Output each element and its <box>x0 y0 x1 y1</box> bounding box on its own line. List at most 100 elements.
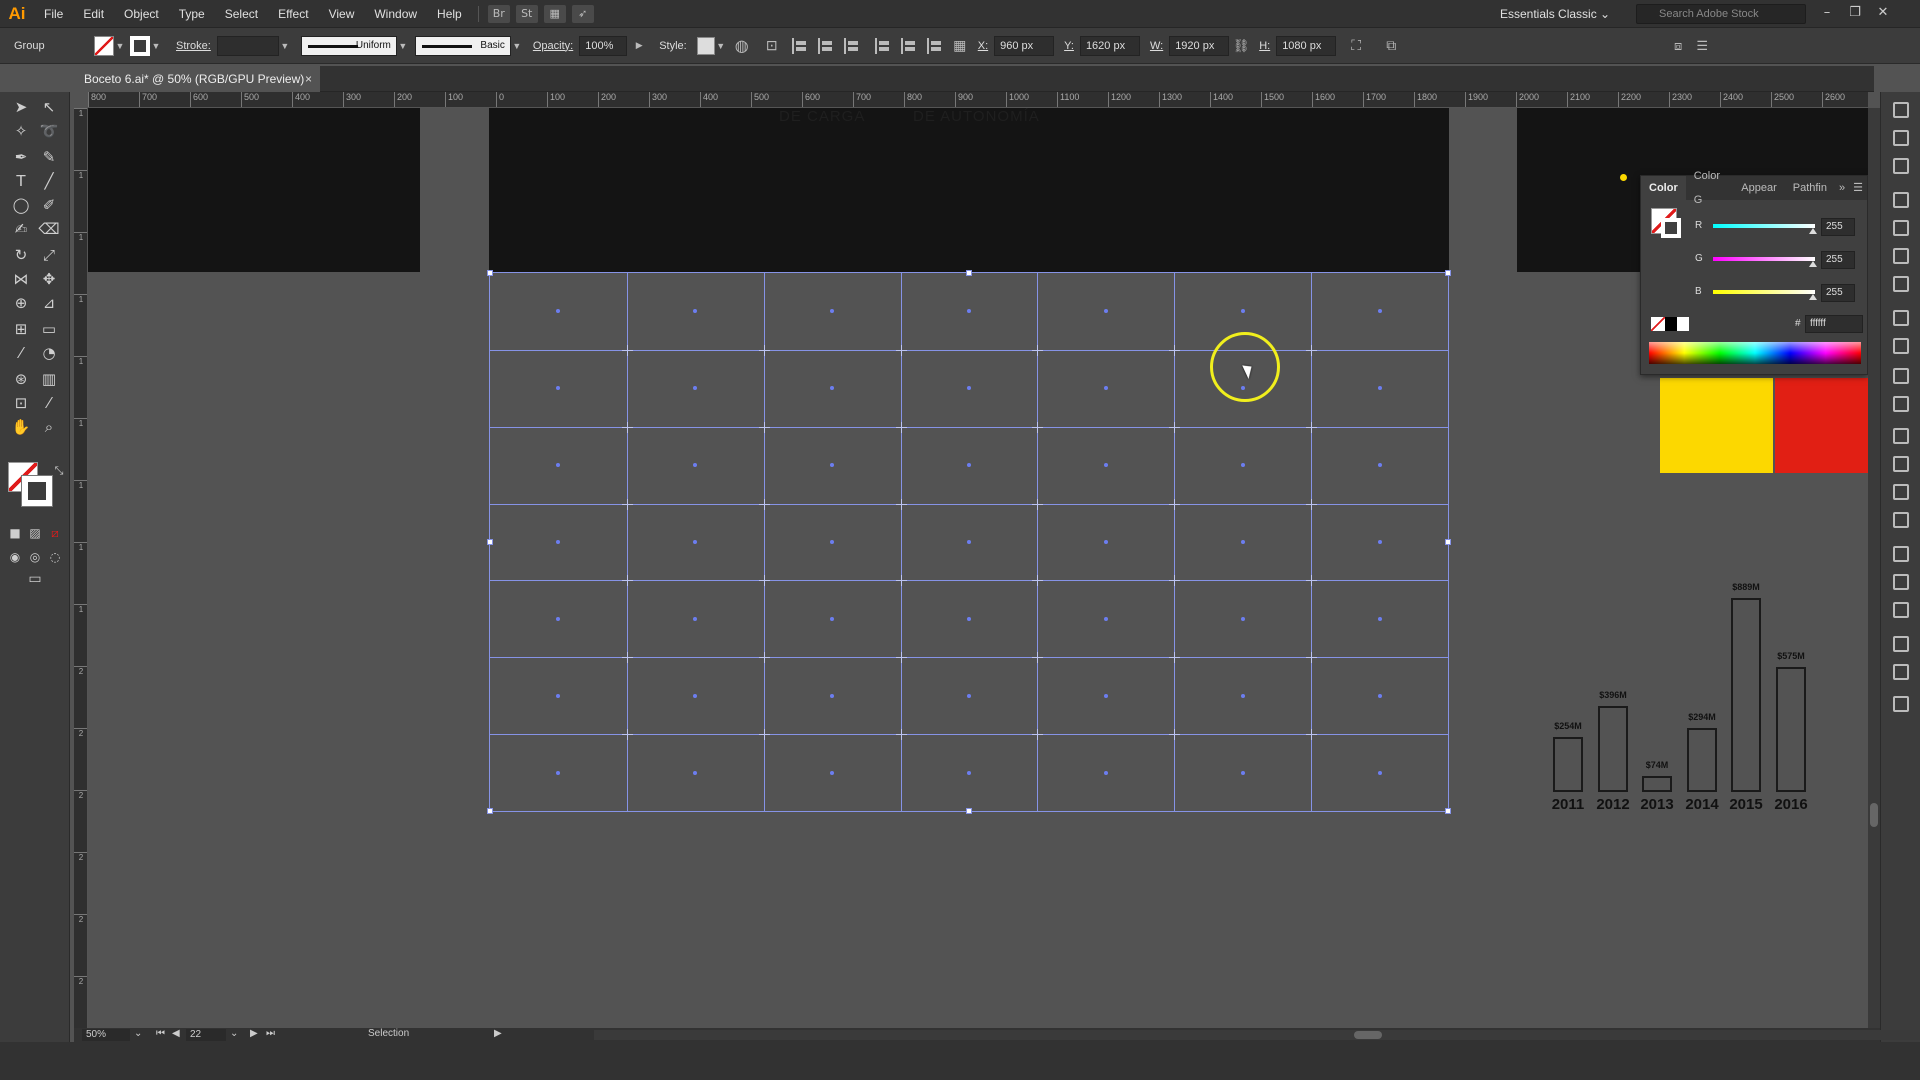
draw-inside-icon[interactable]: ◌ <box>44 546 66 568</box>
scale-tool-icon[interactable]: ⤢ <box>38 244 60 266</box>
symbols-icon[interactable] <box>1893 602 1909 618</box>
draw-behind-icon[interactable]: ◎ <box>24 546 46 568</box>
selection-tool-icon[interactable]: ➤ <box>10 96 32 118</box>
zoom-tool-icon[interactable]: ⌕ <box>38 416 60 438</box>
expand-panels-icon[interactable]: » <box>1835 176 1849 200</box>
vertical-ruler[interactable]: 1 1 1 1 1 1 1 1 1 2 2 2 2 2 2 <box>74 108 88 1028</box>
rotate-tool-icon[interactable]: ↻ <box>10 244 32 266</box>
magic-wand-tool-icon[interactable]: ✧ <box>10 120 32 142</box>
tab-appearance[interactable]: Appear <box>1733 176 1784 200</box>
chart-bar[interactable] <box>1553 737 1583 792</box>
menu-edit[interactable]: Edit <box>73 0 114 28</box>
scroll-thumb[interactable] <box>1354 1031 1382 1039</box>
gpu-performance-icon[interactable]: ➶ <box>571 4 594 23</box>
bounding-box-handle[interactable] <box>487 539 493 545</box>
brush-dropdown[interactable]: Basic <box>414 35 511 56</box>
restore-icon[interactable]: ❐ <box>1842 0 1868 28</box>
align-bottom-icon[interactable] <box>926 37 943 54</box>
ellipse-tool-icon[interactable]: ◯ <box>10 194 32 216</box>
align-top-icon[interactable] <box>874 37 891 54</box>
workspace-switcher[interactable]: Essentials Classic ⌄ <box>1500 0 1610 28</box>
grid-group-selection[interactable] <box>487 270 1451 814</box>
hand-tool-icon[interactable]: ✋ <box>10 416 32 438</box>
slider-thumb-icon[interactable] <box>1809 294 1817 300</box>
lasso-tool-icon[interactable]: ➰ <box>38 120 60 142</box>
opacity-label[interactable]: Opacity: <box>533 40 573 52</box>
panel-menu-icon[interactable]: ☰ <box>1849 176 1867 200</box>
pen-tool-icon[interactable]: ✒ <box>10 146 32 168</box>
chevron-right-icon[interactable]: ▶ <box>633 40 645 51</box>
asset-export-icon[interactable] <box>1893 696 1909 712</box>
chart-bar[interactable] <box>1687 728 1717 792</box>
height-field[interactable]: 1080 px <box>1276 35 1337 56</box>
swap-fill-stroke-icon[interactable]: ⤡ <box>48 460 70 482</box>
bounding-box-handle[interactable] <box>487 270 493 276</box>
width-field[interactable]: 1920 px <box>1169 35 1230 56</box>
chevron-down-icon[interactable]: ▼ <box>114 41 126 51</box>
black-color-icon[interactable] <box>1665 317 1677 331</box>
status-menu-arrow-icon[interactable]: ▶ <box>494 1028 502 1039</box>
appearance-icon[interactable] <box>1893 248 1909 264</box>
brushes-icon[interactable] <box>1893 574 1909 590</box>
eyedropper-tool-icon[interactable]: ⁄ <box>10 342 32 364</box>
artboard-left[interactable] <box>88 108 420 272</box>
menu-help[interactable]: Help <box>427 0 472 28</box>
panel-stroke-swatch[interactable] <box>1661 218 1681 238</box>
menu-object[interactable]: Object <box>114 0 169 28</box>
align-center-icon[interactable] <box>817 37 834 54</box>
green-slider[interactable] <box>1713 257 1815 261</box>
isolate-icon[interactable]: ⧉ <box>1376 37 1406 54</box>
curvature-tool-icon[interactable]: ✎ <box>38 146 60 168</box>
screen-mode-icon[interactable]: ▭ <box>24 568 46 590</box>
blue-value-field[interactable]: 255 <box>1821 284 1855 302</box>
chevron-down-icon[interactable]: ▼ <box>715 41 727 51</box>
pathfinder-icon[interactable] <box>1893 276 1909 292</box>
line-tool-icon[interactable]: ╱ <box>38 170 60 192</box>
transform-icon[interactable]: ⛶ <box>1336 37 1376 54</box>
menu-view[interactable]: View <box>319 0 365 28</box>
globe-icon[interactable]: ◍ <box>727 36 757 56</box>
previous-artboard-icon[interactable]: ◀ <box>172 1028 180 1039</box>
fill-swatch[interactable] <box>94 35 114 56</box>
bounding-box-handle[interactable] <box>966 808 972 814</box>
last-artboard-icon[interactable]: ⏭ <box>266 1028 275 1039</box>
distribute-icon[interactable]: ▦ <box>948 37 972 54</box>
close-tab-icon[interactable]: × <box>305 66 312 92</box>
red-value-field[interactable]: 255 <box>1821 218 1855 236</box>
link-icon[interactable]: ⛓ <box>1229 38 1253 54</box>
first-artboard-icon[interactable]: ⏮ <box>156 1028 165 1039</box>
tab-color[interactable]: Color <box>1641 176 1686 200</box>
bounding-box-handle[interactable] <box>1445 808 1451 814</box>
column-graph-tool-icon[interactable]: ▥ <box>38 368 60 390</box>
stroke-weight-field[interactable] <box>216 35 279 56</box>
align-left-icon[interactable] <box>791 37 808 54</box>
red-swatch-block[interactable] <box>1775 378 1868 473</box>
artboard-number-field[interactable]: 22 <box>186 1029 226 1041</box>
opentype-icon[interactable] <box>1893 484 1909 500</box>
layers-icon[interactable] <box>1893 102 1909 118</box>
arrange-icon[interactable]: ⧈ <box>1666 38 1690 54</box>
color-spectrum[interactable] <box>1649 342 1861 364</box>
bounding-box-handle[interactable] <box>966 270 972 276</box>
artboard-tool-icon[interactable]: ⊡ <box>10 392 32 414</box>
links-icon[interactable] <box>1893 512 1909 528</box>
tab-pathfinder[interactable]: Pathfin <box>1785 176 1835 200</box>
swatches-icon[interactable] <box>1893 546 1909 562</box>
red-slider[interactable] <box>1713 224 1815 228</box>
transparency-icon[interactable] <box>1893 368 1909 384</box>
chart-bar[interactable] <box>1598 706 1628 792</box>
horizontal-scrollbar[interactable] <box>594 1030 1920 1040</box>
character-icon[interactable] <box>1893 428 1909 444</box>
gradient-icon[interactable] <box>1893 338 1909 354</box>
puppet-warp-tool-icon[interactable]: ✥ <box>38 268 60 290</box>
draw-normal-icon[interactable]: ◉ <box>4 546 26 568</box>
revenue-bar-chart[interactable]: $254M 2011 $396M 2012 $74M 2013 $294M 2014 $889M… <box>1543 582 1843 828</box>
chevron-down-icon[interactable]: ▼ <box>397 41 409 51</box>
opacity-field[interactable]: 100% <box>579 35 628 56</box>
chevron-down-icon[interactable]: ⌄ <box>134 1028 142 1039</box>
stroke-icon[interactable] <box>1893 310 1909 326</box>
stroke-profile-dropdown[interactable]: Uniform <box>300 35 397 56</box>
chevron-down-icon[interactable]: ⌄ <box>230 1028 238 1039</box>
type-tool-icon[interactable]: T <box>10 170 32 192</box>
graphic-styles-icon[interactable] <box>1893 636 1909 652</box>
